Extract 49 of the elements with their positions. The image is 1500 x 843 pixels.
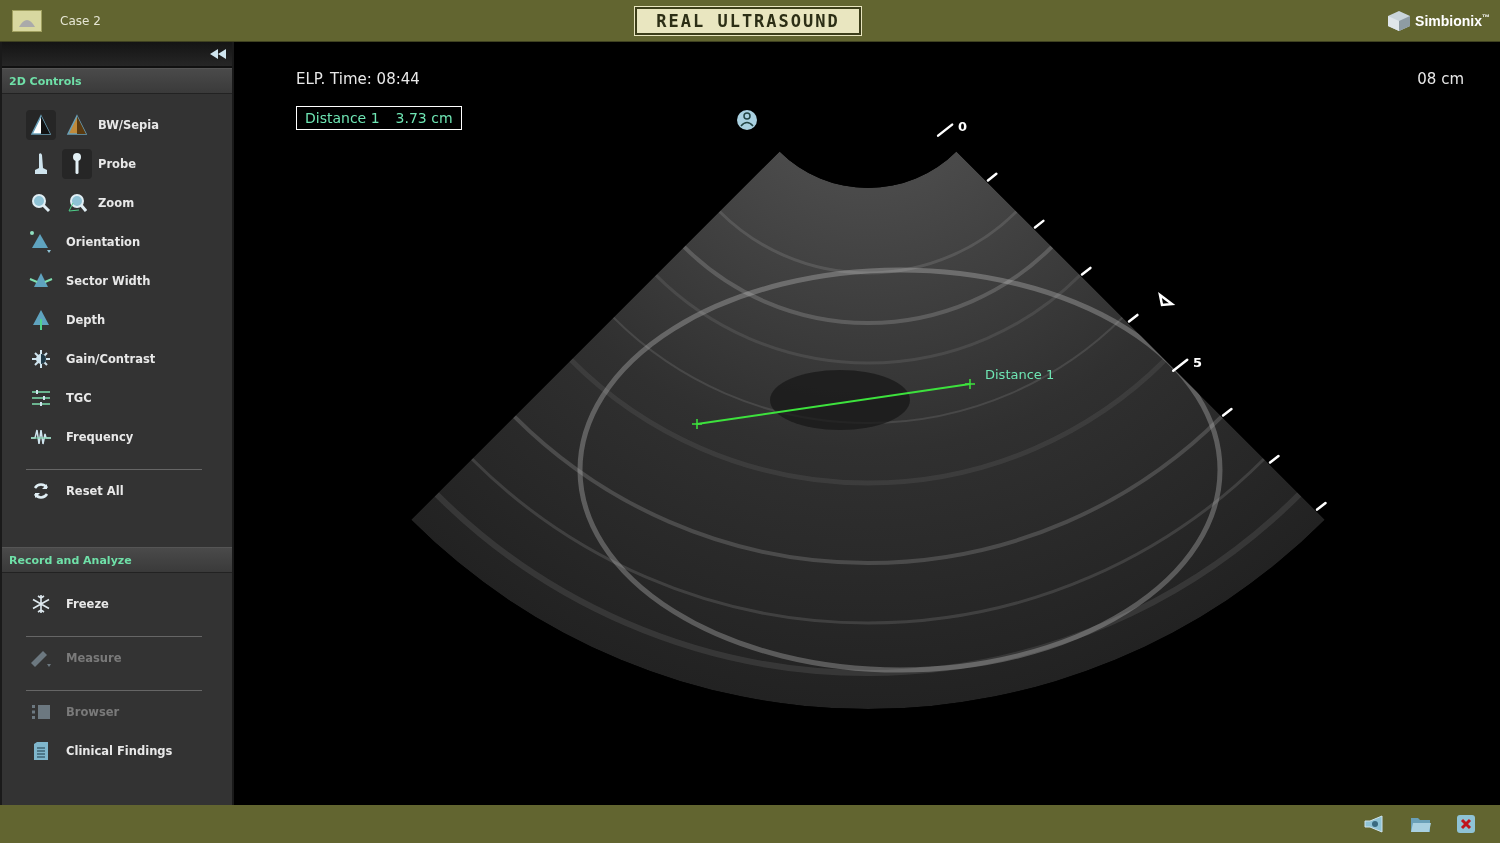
magnifier-icon [67, 192, 87, 213]
control-label: Probe [98, 156, 137, 171]
mode-toggle[interactable] [62, 148, 92, 179]
folder-icon[interactable] [1410, 815, 1432, 833]
scale-label: 5 [1193, 355, 1203, 370]
triangle-icon [30, 113, 52, 136]
triangle-icon [66, 113, 88, 136]
waveform-icon[interactable] [30, 427, 52, 446]
menu-item[interactable]: Freeze [66, 596, 109, 611]
sliders-icon[interactable] [31, 388, 51, 407]
scale-label: 0 [958, 119, 968, 134]
speaker-icon[interactable] [1364, 815, 1386, 833]
focus-marker-icon [1158, 292, 1176, 307]
probe-icon [33, 151, 49, 176]
menu-item[interactable]: Reset All [66, 483, 124, 498]
app-logo: REAL ULTRASOUND [635, 7, 861, 35]
menu-item[interactable]: Clinical Findings [66, 743, 173, 758]
close-icon[interactable] [1456, 814, 1476, 834]
mode-toggle[interactable] [26, 109, 56, 140]
cube-logo-icon [1387, 9, 1412, 32]
brand-name: Simbionix$^{™}$ [1415, 12, 1490, 29]
caliper-label: Distance 1 [985, 367, 1055, 382]
elapsed-time: ELP. Time: 08:44 [296, 70, 420, 88]
measurement-label: Distance 1 [305, 110, 380, 126]
control-label: BW/Sepia [98, 117, 160, 132]
section-header: 2D Controls [2, 68, 232, 94]
orientation-icon[interactable] [29, 229, 53, 254]
depth-icon[interactable] [31, 308, 51, 331]
control-label: Zoom [98, 195, 135, 210]
magnifier-icon [31, 192, 51, 213]
menu-item[interactable]: Gain/Contrast [66, 351, 156, 366]
probe-icon [72, 151, 82, 176]
list-icon[interactable] [31, 703, 51, 720]
sun-icon[interactable] [31, 348, 51, 369]
document-icon[interactable] [33, 740, 49, 761]
snowflake-icon[interactable] [31, 593, 51, 614]
refresh-icon[interactable] [32, 481, 50, 500]
orientation-marker-icon [737, 110, 757, 130]
depth-readout: 08 cm [1417, 70, 1464, 88]
case-icon[interactable] [12, 9, 42, 32]
collapse-icon[interactable] [210, 49, 226, 59]
menu-item[interactable]: Frequency [66, 429, 134, 444]
menu-item[interactable]: Depth [66, 312, 106, 327]
menu-item[interactable]: TGC [66, 390, 92, 405]
menu-item[interactable]: Orientation [66, 234, 141, 249]
menu-item[interactable]: Sector Width [66, 273, 151, 288]
measurement-value: 3.73 cm [395, 110, 453, 126]
section-header: Record and Analyze [2, 547, 232, 573]
case-title: Case 2 [60, 13, 101, 28]
